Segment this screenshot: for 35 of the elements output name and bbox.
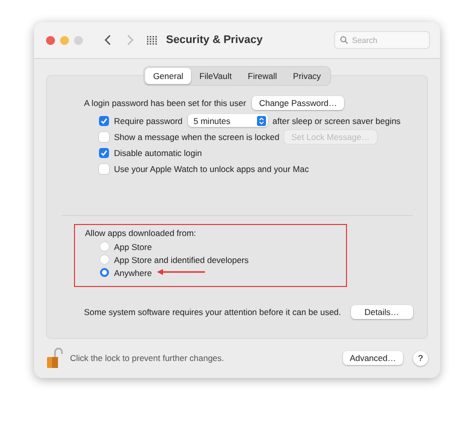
grid-icon[interactable] — [146, 34, 158, 46]
radio-button[interactable] — [100, 255, 109, 264]
option-label: Require password — [114, 116, 183, 126]
interval-dropdown[interactable]: 5 minutes — [188, 114, 268, 127]
tab[interactable]: Firewall — [240, 68, 286, 84]
checkbox[interactable] — [99, 164, 109, 174]
close-button[interactable] — [46, 36, 55, 44]
option-label: Disable automatic login — [114, 148, 202, 158]
option-label: Show a message when the screen is locked — [114, 132, 280, 142]
tab[interactable]: Privacy — [285, 68, 329, 84]
radio-button[interactable] — [100, 242, 109, 251]
radio-button[interactable] — [100, 268, 109, 277]
option-label: Use your Apple Watch to unlock apps and your Mac — [114, 164, 309, 174]
window-title: Security & Privacy — [166, 34, 263, 46]
checkbox[interactable] — [99, 148, 109, 158]
option-label: after sleep or screen saver begins — [272, 116, 401, 126]
login-status-text: A login password has been set for this user — [84, 98, 246, 108]
radio-label: Anywhere — [114, 268, 152, 278]
checkbox[interactable] — [99, 116, 109, 126]
help-button[interactable]: ? — [413, 350, 428, 366]
allow-heading: Allow apps downloaded from: — [85, 228, 196, 238]
radio-label: App Store and identified developers — [114, 254, 249, 264]
tab[interactable]: General — [145, 68, 192, 84]
system-message: Some system software requires your attention before it can be used. — [84, 307, 342, 317]
radio-label: App Store — [114, 242, 152, 252]
details-button[interactable]: Details… — [350, 305, 413, 319]
stepper-icon[interactable] — [256, 116, 266, 126]
arrow-icon — [157, 269, 205, 275]
padlock-icon[interactable] — [46, 347, 64, 369]
tab[interactable]: FileVault — [191, 68, 240, 84]
search-field[interactable]: Search — [334, 31, 430, 49]
advanced-button[interactable]: Advanced… — [342, 351, 403, 365]
lock-hint: Click the lock to prevent further changes. — [70, 353, 224, 363]
minimize-button[interactable] — [60, 36, 69, 44]
change-password-button[interactable]: Change Password… — [252, 96, 344, 110]
